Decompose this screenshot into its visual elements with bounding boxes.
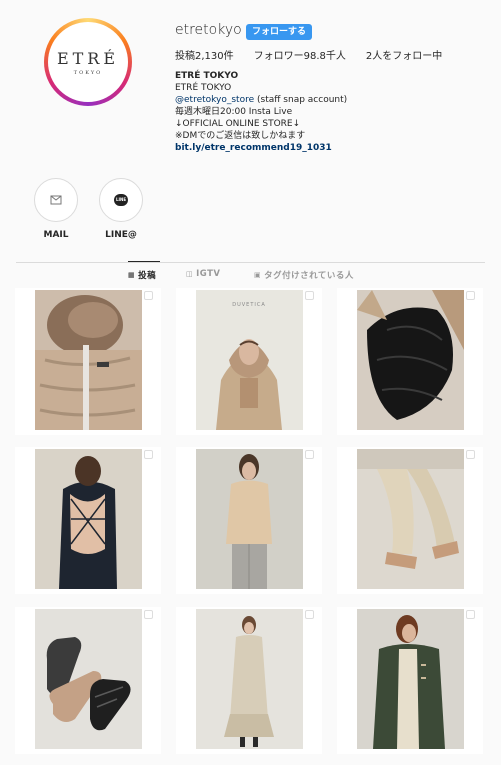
highlight-label: MAIL [43, 230, 69, 240]
select-checkbox[interactable] [305, 450, 314, 459]
post-caption: DUVETICA [232, 302, 266, 308]
tab-active-indicator [128, 261, 160, 262]
bio-line: @etretokyo_store (staff snap account) [175, 94, 347, 106]
tab-label: タグ付けされている人 [264, 271, 354, 281]
profile-username: etretokyo [175, 22, 242, 38]
select-checkbox[interactable] [144, 450, 153, 459]
tab-posts[interactable]: ▦ 投稿 [128, 269, 156, 281]
post-image [35, 609, 142, 749]
post-thumbnail[interactable]: DUVETICA [176, 288, 322, 435]
post-thumbnail[interactable] [15, 447, 161, 594]
bio-name: ETRÉ TOKYO [175, 71, 239, 81]
post-thumbnail[interactable] [15, 288, 161, 435]
logo-subtitle: TOKYO [73, 69, 103, 76]
select-checkbox[interactable] [466, 291, 475, 300]
bio-line: ETRÉ TOKYO [175, 83, 232, 93]
select-checkbox[interactable] [144, 610, 153, 619]
post-thumbnail[interactable] [15, 607, 161, 754]
tv-icon: ◫ [186, 270, 194, 278]
line-icon: LINE [114, 194, 128, 206]
avatar-logo: ETRÉ TOKYO [48, 22, 128, 102]
post-image: DUVETICA [196, 290, 303, 430]
post-image [357, 449, 464, 589]
select-checkbox[interactable] [305, 610, 314, 619]
select-checkbox[interactable] [144, 291, 153, 300]
bio-line: ↓OFFICIAL ONLINE STORE↓ [175, 119, 301, 129]
bio-mention-link[interactable]: @etretokyo_store [175, 95, 254, 105]
profile-bio: ETRÉ TOKYO ETRÉ TOKYO @etretokyo_store (… [175, 70, 347, 154]
post-thumbnail[interactable] [337, 607, 483, 754]
post-thumbnail[interactable] [176, 447, 322, 594]
grid-icon: ▦ [128, 271, 136, 279]
post-image [196, 609, 303, 749]
post-thumbnail[interactable] [337, 447, 483, 594]
post-image [357, 609, 464, 749]
mail-icon [50, 195, 62, 205]
highlight-mail[interactable]: MAIL [34, 178, 78, 240]
tab-igtv[interactable]: ◫ IGTV [186, 269, 221, 279]
following-count[interactable]: 2人をフォロー中 [366, 47, 442, 62]
follow-button[interactable]: フォローする [246, 24, 313, 40]
tab-label: 投稿 [138, 271, 157, 281]
tabs-divider [16, 262, 485, 263]
profile-avatar[interactable]: ETRÉ TOKYO [44, 18, 132, 106]
post-image [35, 449, 142, 589]
post-thumbnail[interactable] [337, 288, 483, 435]
post-thumbnail[interactable] [176, 607, 322, 754]
post-image [196, 449, 303, 589]
post-image [35, 290, 142, 430]
highlight-circle[interactable]: LINE [99, 178, 143, 222]
bio-external-link[interactable]: bit.ly/etre_recommend19_1031 [175, 142, 347, 154]
tag-icon: ▣ [254, 271, 262, 279]
select-checkbox[interactable] [466, 610, 475, 619]
bio-mention-suffix: (staff snap account) [254, 95, 348, 105]
highlight-circle[interactable] [34, 178, 78, 222]
select-checkbox[interactable] [305, 291, 314, 300]
highlight-line[interactable]: LINE LINE@ [99, 178, 143, 240]
highlight-label: LINE@ [105, 230, 137, 240]
bio-line: 毎週木曜日20:00 Insta Live [175, 107, 293, 117]
followers-count[interactable]: フォロワー98.8千人 [254, 47, 346, 62]
post-image [357, 290, 464, 430]
profile-stats: 投稿2,130件 フォロワー98.8千人 2人をフォロー中 [175, 47, 462, 62]
posts-count: 投稿2,130件 [175, 51, 234, 62]
tab-label: IGTV [196, 269, 221, 279]
logo-wordmark: ETRÉ [56, 48, 120, 68]
bio-line: ※DMでのご返信は致しかねます [175, 131, 306, 141]
tab-tagged[interactable]: ▣ タグ付けされている人 [254, 269, 354, 281]
select-checkbox[interactable] [466, 450, 475, 459]
